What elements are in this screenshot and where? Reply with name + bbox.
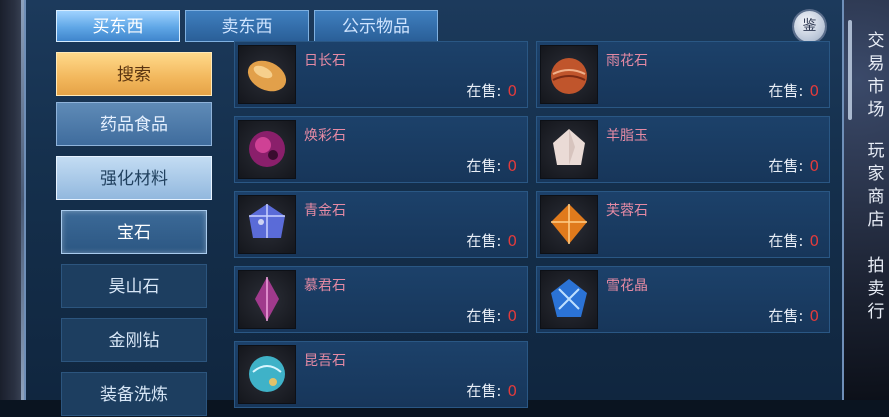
right-side-menu: 交易市场 玩家商店 拍卖行 (844, 0, 889, 400)
item-card[interactable]: 慕君石 在售: 0 (234, 266, 528, 333)
item-card[interactable]: 芙蓉石 在售: 0 (536, 191, 830, 258)
item-thumb (238, 270, 296, 329)
item-thumb (540, 120, 598, 179)
item-name: 雪花晶 (606, 278, 648, 294)
item-card[interactable]: 焕彩石 在售: 0 (234, 116, 528, 183)
item-name: 青金石 (304, 203, 346, 219)
category-enhance-materials[interactable]: 强化材料 (56, 156, 212, 200)
item-thumb (238, 45, 296, 104)
left-decoration (0, 0, 24, 400)
item-card[interactable]: 昆吾石 在售: 0 (234, 341, 528, 408)
kunwu-orb-icon (249, 356, 285, 392)
item-sale-count: 在售: 0 (466, 157, 517, 175)
item-sale-count: 在售: 0 (768, 232, 819, 250)
item-name: 芙蓉石 (606, 203, 648, 219)
item-thumb (238, 195, 296, 254)
search-button[interactable]: 搜索 (56, 52, 212, 96)
rose-quartz-icon (551, 204, 587, 244)
item-card[interactable]: 羊脂玉 在售: 0 (536, 116, 830, 183)
item-name: 羊脂玉 (606, 128, 648, 144)
item-card[interactable]: 雪花晶 在售: 0 (536, 266, 830, 333)
item-thumb (238, 345, 296, 404)
subcategory-haoshan-stone[interactable]: 昊山石 (61, 264, 207, 308)
radiant-gem-icon (249, 131, 285, 167)
item-name: 焕彩石 (304, 128, 346, 144)
sunstone-icon (247, 60, 287, 92)
item-name: 雨花石 (606, 53, 648, 69)
item-thumb (540, 270, 598, 329)
item-thumb (238, 120, 296, 179)
mujun-crystal-icon (255, 277, 279, 321)
lapis-icon (249, 204, 285, 238)
subcategory-gem[interactable]: 宝石 (61, 210, 207, 254)
item-sale-count: 在售: 0 (768, 307, 819, 325)
menu-player-shop[interactable]: 玩家商店 (866, 140, 886, 232)
item-name: 慕君石 (304, 278, 346, 294)
item-card[interactable]: 日长石 在售: 0 (234, 41, 528, 108)
snowflake-crystal-icon (551, 279, 587, 317)
menu-trade-market[interactable]: 交易市场 (866, 30, 886, 122)
trade-panel: 买东西 卖东西 公示物品 鉴 搜索 药品食品 强化材料 宝石 昊山石 金刚钻 装… (24, 0, 844, 416)
tab-buy[interactable]: 买东西 (56, 10, 180, 42)
tab-sell[interactable]: 卖东西 (185, 10, 309, 42)
subcategory-diamond[interactable]: 金刚钻 (61, 318, 207, 362)
item-sale-count: 在售: 0 (466, 307, 517, 325)
category-medicine-food[interactable]: 药品食品 (56, 102, 212, 146)
tab-public-items[interactable]: 公示物品 (314, 10, 438, 42)
appraise-icon[interactable]: 鉴 (794, 11, 825, 42)
subcategory-equip-refine[interactable]: 装备洗炼 (61, 372, 207, 416)
item-thumb (540, 195, 598, 254)
item-sale-count: 在售: 0 (768, 82, 819, 100)
item-sale-count: 在售: 0 (768, 157, 819, 175)
menu-active-bar (848, 20, 852, 120)
menu-auction-house[interactable]: 拍卖行 (866, 255, 886, 324)
mutton-fat-jade-icon (553, 129, 585, 165)
item-sale-count: 在售: 0 (466, 232, 517, 250)
item-card[interactable]: 青金石 在售: 0 (234, 191, 528, 258)
item-sale-count: 在售: 0 (466, 382, 517, 400)
item-name: 昆吾石 (304, 353, 346, 369)
item-card[interactable]: 雨花石 在售: 0 (536, 41, 830, 108)
item-name: 日长石 (304, 53, 346, 69)
rain-pebble-icon (551, 58, 587, 94)
item-sale-count: 在售: 0 (466, 82, 517, 100)
item-thumb (540, 45, 598, 104)
